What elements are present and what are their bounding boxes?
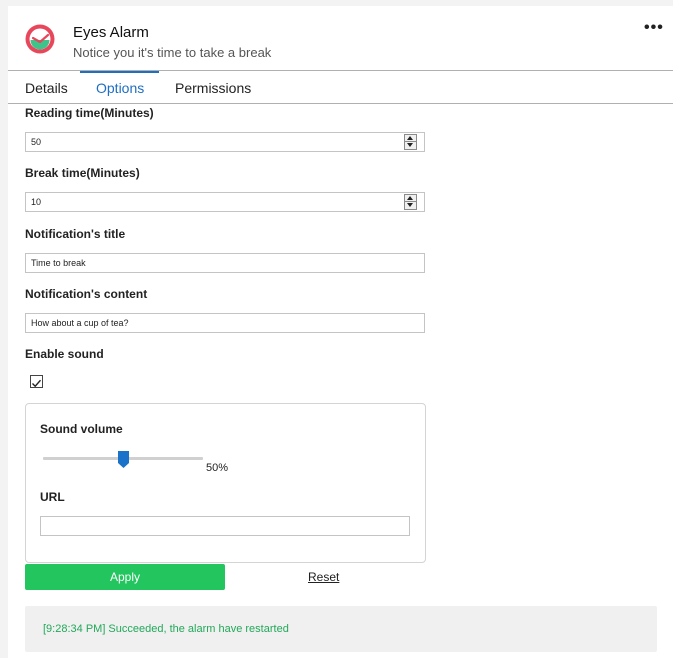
reading-time-decrement-button[interactable]: [405, 142, 416, 149]
more-options-button[interactable]: •••: [644, 19, 664, 37]
tab-bar: Details Options Permissions: [8, 71, 673, 104]
reset-link[interactable]: Reset: [308, 570, 339, 584]
sound-settings-card: Sound volume 50% URL: [25, 403, 426, 563]
slider-thumb-handle[interactable]: [118, 451, 129, 468]
break-time-increment-button[interactable]: [405, 195, 416, 202]
arrow-up-icon: [407, 196, 413, 200]
tab-permissions[interactable]: Permissions: [175, 80, 251, 96]
enable-sound-label: Enable sound: [25, 347, 104, 361]
url-input[interactable]: [40, 516, 410, 536]
status-message: [9:28:34 PM] Succeeded, the alarm have r…: [43, 623, 289, 635]
status-message-bar: [9:28:34 PM] Succeeded, the alarm have r…: [25, 606, 657, 652]
break-time-input[interactable]: [25, 192, 425, 212]
tab-details[interactable]: Details: [25, 80, 68, 96]
url-label: URL: [40, 490, 65, 504]
notification-title-input[interactable]: [25, 253, 425, 273]
extension-header: Eyes Alarm Notice you it's time to take …: [8, 6, 673, 71]
notification-content-input[interactable]: [25, 313, 425, 333]
sound-volume-label: Sound volume: [40, 422, 123, 436]
tab-options[interactable]: Options: [96, 80, 144, 96]
sound-volume-value: 50%: [206, 462, 229, 474]
extension-options-panel: Eyes Alarm Notice you it's time to take …: [8, 6, 673, 658]
break-time-label: Break time(Minutes): [25, 166, 140, 180]
notification-content-label: Notification's content: [25, 287, 148, 301]
checkmark-icon: [32, 379, 42, 388]
arrow-up-icon: [407, 136, 413, 140]
extension-title: Eyes Alarm: [73, 24, 149, 41]
reading-time-increment-button[interactable]: [405, 135, 416, 142]
sound-volume-slider[interactable]: [43, 451, 203, 468]
reading-time-label: Reading time(Minutes): [25, 106, 154, 120]
alarm-clock-icon: [25, 24, 55, 54]
reading-time-input[interactable]: [25, 132, 425, 152]
break-time-stepper: [404, 194, 417, 210]
notification-title-label: Notification's title: [25, 227, 126, 241]
extension-subtitle: Notice you it's time to take a break: [73, 45, 272, 60]
active-tab-indicator: [80, 71, 159, 73]
arrow-down-icon: [407, 203, 413, 207]
arrow-down-icon: [407, 143, 413, 147]
break-time-decrement-button[interactable]: [405, 202, 416, 209]
reading-time-stepper: [404, 134, 417, 150]
enable-sound-checkbox[interactable]: [30, 375, 43, 388]
apply-button[interactable]: Apply: [25, 564, 225, 590]
